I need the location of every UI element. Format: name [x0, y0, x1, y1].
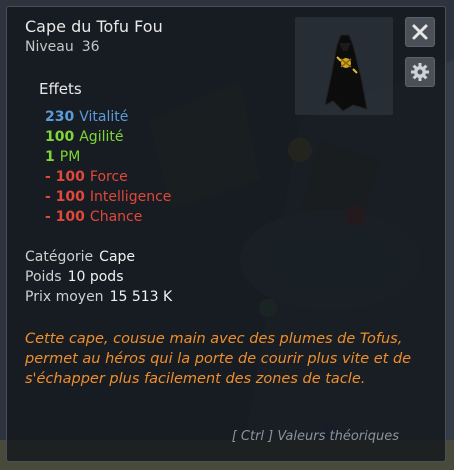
- effects-section-title: Effets: [39, 80, 82, 98]
- effect-label: Agilité: [79, 129, 124, 145]
- effect-chance: - 100 Chance: [45, 207, 142, 227]
- item-description: Cette cape, cousue main avec des plumes …: [25, 331, 412, 387]
- effect-value: - 100: [45, 209, 85, 225]
- weight-label: Poids: [25, 269, 62, 285]
- effect-label: PM: [59, 149, 81, 165]
- effect-label: Force: [89, 169, 128, 185]
- price-label: Prix moyen: [25, 289, 104, 305]
- category-value: Cape: [99, 249, 136, 265]
- price-value: 15 513 K: [109, 289, 173, 305]
- effect-vitality: 230 Vitalité: [45, 107, 128, 127]
- effect-label: Intelligence: [89, 189, 172, 205]
- close-button[interactable]: [405, 17, 435, 47]
- category-row: Catégorie Cape: [25, 247, 135, 267]
- item-level: Niveau 36: [25, 37, 100, 57]
- effect-pm: 1 PM: [45, 147, 80, 167]
- settings-button[interactable]: [405, 57, 435, 87]
- effect-value: 230: [45, 109, 75, 125]
- close-icon: [412, 24, 428, 40]
- effect-value: - 100: [45, 189, 85, 205]
- effect-strength: - 100 Force: [45, 167, 128, 187]
- effect-label: Vitalité: [79, 109, 129, 125]
- level-label: Niveau: [25, 39, 74, 55]
- item-name: Cape du Tofu Fou: [25, 17, 163, 36]
- effect-value: 100: [45, 129, 75, 145]
- ctrl-hint: [ Ctrl ] Valeurs théoriques: [231, 429, 399, 444]
- category-label: Catégorie: [25, 249, 94, 265]
- effect-intelligence: - 100 Intelligence: [45, 187, 171, 207]
- effect-value: 1: [45, 149, 55, 165]
- gear-icon: [411, 63, 429, 81]
- effect-label: Chance: [89, 209, 143, 225]
- effect-agility: 100 Agilité: [45, 127, 123, 147]
- price-row: Prix moyen 15 513 K: [25, 287, 172, 307]
- weight-row: Poids 10 pods: [25, 267, 124, 287]
- item-image-frame: [295, 17, 393, 115]
- cape-icon: [324, 34, 368, 112]
- effect-value: - 100: [45, 169, 85, 185]
- weight-value: 10 pods: [67, 269, 124, 285]
- item-tooltip-panel: Cape du Tofu Fou Niveau 36 Effets 230 Vita…: [6, 6, 446, 462]
- level-value: 36: [81, 39, 100, 55]
